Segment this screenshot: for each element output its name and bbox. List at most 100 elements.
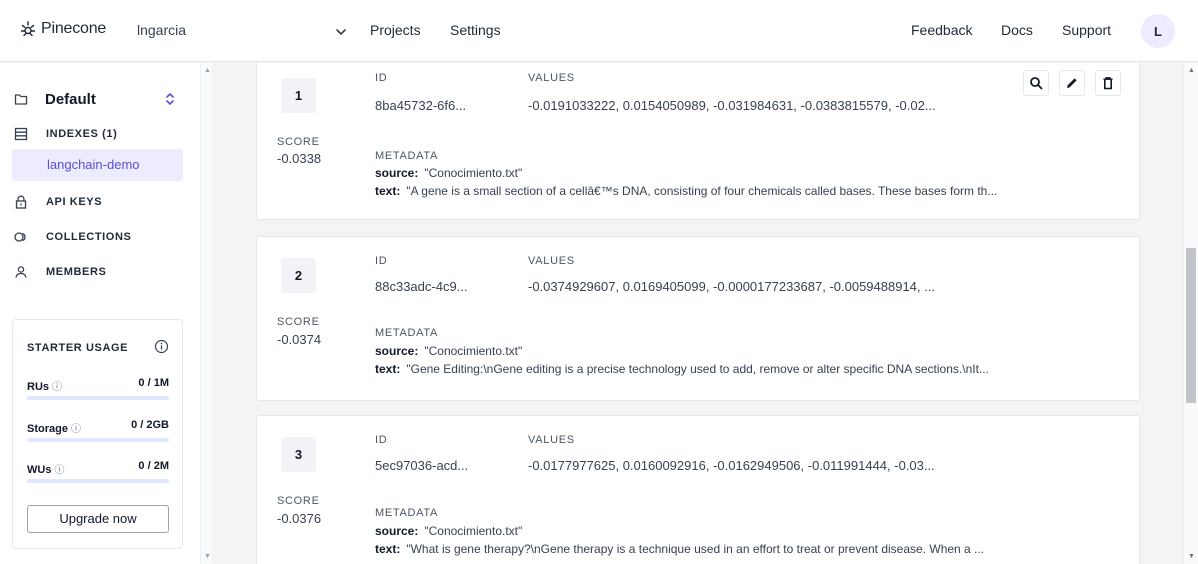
score-label: SCORE [277, 495, 320, 507]
usage-value: 0 / 1M [138, 377, 169, 389]
source-key: source: [375, 166, 419, 180]
source-key: source: [375, 524, 419, 538]
nav-feedback[interactable]: Feedback [911, 22, 972, 38]
metadata-source: source: "Conocimiento.txt" [375, 524, 522, 538]
result-id: 5ec97036-acd... [375, 458, 469, 473]
results-list: 1 ID 8ba45732-6f6... VALUES -0.019103322… [212, 63, 1183, 564]
result-id: 88c33adc-4c9... [375, 279, 468, 294]
sidebar-item-members[interactable]: MEMBERS [14, 265, 106, 279]
usage-bar [27, 479, 169, 483]
info-icon[interactable]: ⓘ [52, 382, 62, 393]
usage-bar [27, 396, 169, 400]
result-score: -0.0376 [277, 511, 322, 526]
source-key: source: [375, 344, 419, 358]
result-rank: 1 [281, 78, 316, 113]
usage-label: Storage [27, 423, 68, 435]
pinecone-logo-icon [20, 21, 36, 37]
result-score: -0.0374 [277, 332, 322, 347]
main-scrollbar[interactable]: ▲ ▼ [1183, 63, 1198, 564]
scroll-up-arrow-icon[interactable]: ▲ [1188, 67, 1195, 74]
usage-value: 0 / 2M [138, 460, 169, 472]
sidebar-item-label: COLLECTIONS [46, 231, 132, 243]
result-card: 3 ID 5ec97036-acd... VALUES -0.017797762… [256, 415, 1140, 564]
nav-docs[interactable]: Docs [1001, 22, 1033, 38]
usage-value: 0 / 2GB [131, 419, 169, 431]
nav-settings[interactable]: Settings [450, 22, 501, 38]
pencil-icon [1067, 78, 1077, 88]
result-rank: 3 [281, 437, 316, 472]
score-label: SCORE [277, 316, 320, 328]
source-value: "Conocimiento.txt" [424, 166, 523, 180]
sidebar-item-langchain-demo[interactable]: langchain-demo [12, 149, 183, 181]
trash-icon [1103, 77, 1113, 90]
values-label: VALUES [528, 255, 575, 267]
info-icon[interactable]: ⓘ [54, 465, 64, 476]
user-icon [15, 266, 27, 278]
metadata-text: text: "Gene Editing:\nGene editing is a p… [375, 362, 989, 376]
text-value: "A gene is a small section of a cellâ€™s… [406, 184, 998, 198]
nav-support[interactable]: Support [1062, 22, 1111, 38]
source-value: "Conocimiento.txt" [424, 344, 523, 358]
result-values: -0.0191033222, 0.0154050989, -0.03198463… [528, 98, 936, 113]
project-name: Default [45, 90, 96, 108]
text-value: "What is gene therapy?\nGene therapy is … [406, 542, 985, 556]
values-label: VALUES [528, 72, 575, 84]
starter-usage-panel: STARTER USAGE RUs ⓘ 0 / 1M Storage ⓘ 0 / 2… [12, 319, 183, 549]
chevron-updown-icon [166, 93, 174, 105]
result-values: -0.0374929607, 0.0169405099, -0.00001772… [528, 279, 935, 294]
search-icon [1030, 77, 1043, 90]
org-name[interactable]: lngarcia [137, 22, 186, 38]
result-values: -0.0177977625, 0.0160092916, -0.01629495… [528, 458, 935, 473]
usage-title: STARTER USAGE [27, 342, 129, 354]
nav-projects[interactable]: Projects [370, 22, 421, 38]
sidebar-item-indexes[interactable]: INDEXES (1) [14, 127, 117, 141]
id-label: ID [375, 255, 388, 267]
metadata-label: METADATA [375, 507, 439, 519]
id-label: ID [375, 434, 388, 446]
top-bar: Pinecone lngarcia Projects Settings Feed… [0, 0, 1198, 62]
text-value: "Gene Editing:\nGene editing is a precis… [406, 362, 989, 376]
result-card: 2 ID 88c33adc-4c9... VALUES -0.037492960… [256, 236, 1140, 401]
search-button[interactable] [1023, 70, 1049, 96]
sidebar-item-api-keys[interactable]: API KEYS [14, 195, 102, 209]
text-key: text: [375, 184, 401, 198]
result-rank: 2 [281, 258, 316, 293]
metadata-text: text: "A gene is a small section of a cel… [375, 184, 997, 198]
sidebar-item-label: API KEYS [46, 196, 103, 208]
delete-button[interactable] [1095, 70, 1121, 96]
edit-button[interactable] [1059, 70, 1085, 96]
info-icon[interactable] [154, 339, 169, 354]
scroll-down-arrow-icon[interactable]: ▼ [204, 553, 211, 560]
usage-label: WUs [27, 464, 52, 476]
database-icon [14, 127, 28, 141]
usage-row-wus: WUs ⓘ 0 / 2M [27, 460, 169, 483]
info-icon[interactable]: ⓘ [71, 424, 81, 435]
metadata-text: text: "What is gene therapy?\nGene therap… [375, 542, 984, 556]
avatar[interactable]: L [1141, 14, 1175, 48]
sidebar-item-collections[interactable]: COLLECTIONS [14, 230, 131, 244]
logo-text: Pinecone [41, 20, 107, 37]
metadata-label: METADATA [375, 327, 439, 339]
metadata-source: source: "Conocimiento.txt" [375, 344, 522, 358]
scroll-up-arrow-icon[interactable]: ▲ [204, 67, 211, 74]
sidebar-scrollbar[interactable]: ▲ ▼ [200, 63, 212, 564]
text-key: text: [375, 542, 401, 556]
score-label: SCORE [277, 136, 320, 148]
project-selector[interactable]: Default [14, 87, 184, 111]
scroll-down-arrow-icon[interactable]: ▼ [1188, 553, 1195, 560]
folder-icon [14, 94, 28, 105]
sidebar-item-label: INDEXES (1) [46, 128, 118, 140]
upgrade-now-button[interactable]: Upgrade now [27, 505, 169, 533]
sidebar: Default INDEXES (1) langchain-demo API K… [0, 63, 200, 564]
chevron-down-icon[interactable] [334, 25, 348, 39]
scrollbar-thumb[interactable] [1186, 248, 1196, 403]
result-id: 8ba45732-6f6... [375, 98, 467, 113]
result-score: -0.0338 [277, 151, 322, 166]
id-label: ID [375, 72, 388, 84]
result-card: 1 ID 8ba45732-6f6... VALUES -0.019103322… [256, 63, 1140, 220]
sidebar-item-label: MEMBERS [46, 266, 107, 278]
logo[interactable]: Pinecone [18, 19, 106, 39]
values-label: VALUES [528, 434, 575, 446]
usage-label: RUs [27, 381, 50, 393]
metadata-label: METADATA [375, 150, 439, 162]
